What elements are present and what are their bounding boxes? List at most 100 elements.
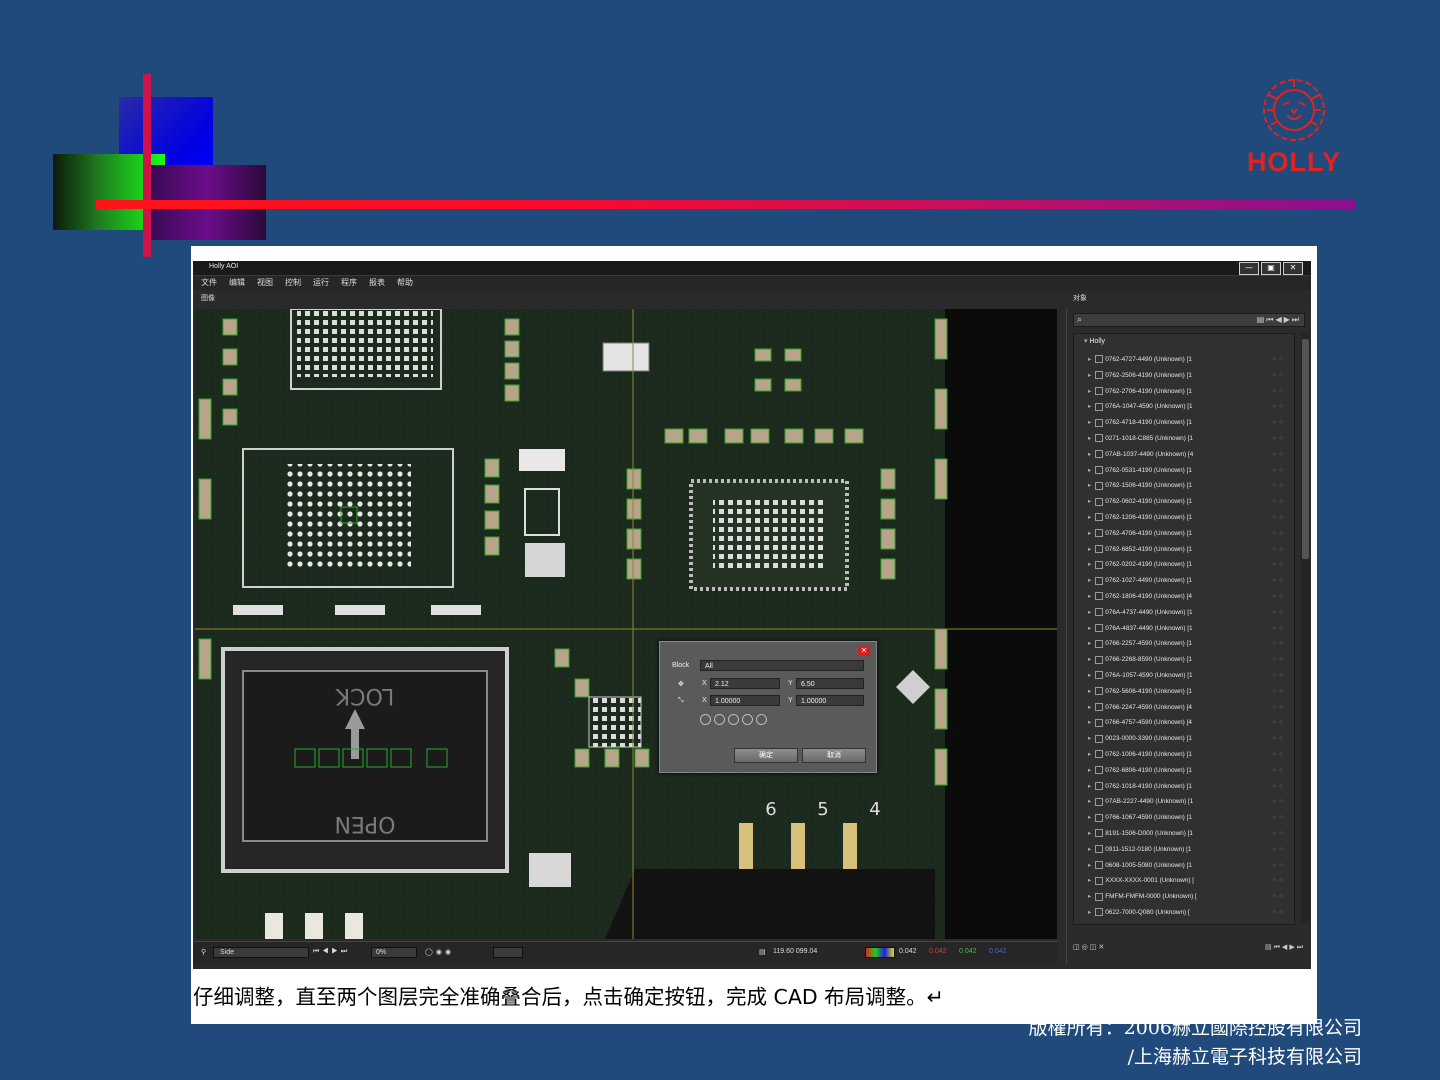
expand-arrow-icon[interactable]: ▸ — [1088, 862, 1091, 869]
tree-item[interactable]: ▸ 0762-1018-4190 (Unknown) [1 ○○ — [1088, 779, 1288, 794]
tree-item[interactable]: ▸ 0271-1018-C885 (Unknown) [1 ○○ — [1088, 431, 1288, 446]
visibility-toggle-icon[interactable]: ○○ — [1272, 368, 1286, 383]
visibility-toggle-icon[interactable]: ○○ — [1272, 905, 1286, 920]
expand-arrow-icon[interactable]: ▸ — [1088, 719, 1091, 726]
visibility-toggle-icon[interactable]: ○○ — [1272, 889, 1286, 904]
expand-arrow-icon[interactable]: ▸ — [1088, 893, 1091, 900]
visibility-toggle-icon[interactable]: ○○ — [1272, 858, 1286, 873]
scroll-thumb[interactable] — [1302, 339, 1309, 559]
visibility-toggle-icon[interactable]: ○○ — [1272, 873, 1286, 888]
expand-arrow-icon[interactable]: ▸ — [1088, 704, 1091, 711]
view-toggle-icons[interactable]: ◯◉◉ — [425, 948, 454, 956]
expand-arrow-icon[interactable]: ▸ — [1088, 640, 1091, 647]
tree-root[interactable]: ▾ Holly — [1084, 337, 1105, 345]
tree-item[interactable]: ▸ 0762-6806-4190 (Unknown) [1 ○○ — [1088, 763, 1288, 778]
visibility-toggle-icon[interactable]: ○○ — [1272, 589, 1286, 604]
tree-item[interactable]: ▸ 0608-1005-5080 (Unknown) [1 ○○ — [1088, 858, 1288, 873]
tree-item[interactable]: ▸ 0766-4757-4590 (Unknown) [4 ○○ — [1088, 715, 1288, 730]
visibility-toggle-icon[interactable]: ○○ — [1272, 352, 1286, 367]
expand-arrow-icon[interactable]: ▸ — [1088, 403, 1091, 410]
x-scale-input[interactable]: 1.00000 — [710, 695, 780, 706]
expand-arrow-icon[interactable]: ▸ — [1088, 451, 1091, 458]
visibility-toggle-icon[interactable]: ○○ — [1272, 415, 1286, 430]
expand-arrow-icon[interactable]: ▸ — [1088, 783, 1091, 790]
x-offset-input[interactable]: 2.12 — [710, 678, 780, 689]
tree-item[interactable]: ▸ 076A-1057-4590 (Unknown) [1 ○○ — [1088, 668, 1288, 683]
tree-item[interactable]: ▸ 076A-1047-4590 (Unknown) [1 ○○ — [1088, 399, 1288, 414]
tree-item[interactable]: ▸ 0762-1506-4190 (Unknown) [1 ○○ — [1088, 478, 1288, 493]
expand-arrow-icon[interactable]: ▸ — [1088, 846, 1091, 853]
visibility-toggle-icon[interactable]: ○○ — [1272, 810, 1286, 825]
tree-item[interactable]: ▸ 0762-2706-4190 (Unknown) [1 ○○ — [1088, 384, 1288, 399]
visibility-toggle-icon[interactable]: ○○ — [1272, 605, 1286, 620]
visibility-toggle-icon[interactable]: ○○ — [1272, 557, 1286, 572]
tree-item[interactable]: ▸ 076A-4737-4490 (Unknown) [1 ○○ — [1088, 605, 1288, 620]
ok-button[interactable]: 确定 — [734, 748, 798, 763]
maximize-button[interactable]: ▣ — [1261, 262, 1281, 275]
expand-arrow-icon[interactable]: ▸ — [1088, 356, 1091, 363]
cancel-button[interactable]: 取消 — [802, 748, 866, 763]
visibility-toggle-icon[interactable]: ○○ — [1272, 431, 1286, 446]
tree-item[interactable]: ▸ 07AB-1037-4490 (Unknown) [4 ○○ — [1088, 447, 1288, 462]
zoom-select[interactable]: 0% — [376, 949, 386, 956]
tree-item[interactable]: ▸ 0762-4727-4490 (Unknown) [1 ○○ — [1088, 352, 1288, 367]
menu-view[interactable]: 视图 — [257, 276, 273, 290]
color-swatch[interactable] — [493, 947, 523, 958]
tree-item[interactable]: ▸ 0762-4706-4190 (Unknown) [1 ○○ — [1088, 526, 1288, 541]
expand-arrow-icon[interactable]: ▸ — [1088, 498, 1091, 505]
expand-arrow-icon[interactable]: ▸ — [1088, 767, 1091, 774]
tree-item[interactable]: ▸ 0762-6852-4190 (Unknown) [1 ○○ — [1088, 542, 1288, 557]
expand-arrow-icon[interactable]: ▸ — [1088, 798, 1091, 805]
tree-item[interactable]: ▸ 0622-7000-Q080 (Unknown) [○○ — [1088, 905, 1288, 920]
y-scale-input[interactable]: 1.00000 — [796, 695, 864, 706]
visibility-toggle-icon[interactable]: ○○ — [1272, 794, 1286, 809]
tree-item[interactable]: ▸ 076A-4837-4490 (Unknown) [1 ○○ — [1088, 621, 1288, 636]
expand-arrow-icon[interactable]: ▸ — [1088, 577, 1091, 584]
expand-arrow-icon[interactable]: ▸ — [1088, 514, 1091, 521]
visibility-toggle-icon[interactable]: ○○ — [1272, 494, 1286, 509]
tree-item[interactable]: ▸ 0762-0602-4190 (Unknown) [1 ○○ — [1088, 494, 1288, 509]
visibility-toggle-icon[interactable]: ○○ — [1272, 542, 1286, 557]
flip-vertical-icon[interactable] — [728, 714, 739, 725]
minimize-button[interactable]: — — [1239, 262, 1259, 275]
menu-control[interactable]: 控制 — [285, 276, 301, 290]
search-box[interactable]: ⌕ ▤⏮◀▶⏭ — [1073, 313, 1305, 327]
tree-item[interactable]: ▸ 0762-1806-4190 (Unknown) [4 ○○ — [1088, 589, 1288, 604]
pcb-image-view[interactable]: OPEN LOCK 6 5 4 ✕ Block All ✥ X 2.12 Y 6… — [195, 309, 1057, 939]
playback-controls[interactable]: ⏮◀▶⏭ — [313, 948, 350, 956]
expand-arrow-icon[interactable]: ▸ — [1088, 735, 1091, 742]
block-select[interactable]: All — [700, 660, 864, 671]
tree-item[interactable]: ▸ FMFM-FMFM-0000 (Unknown) [○○ — [1088, 889, 1288, 904]
close-button[interactable]: ✕ — [1283, 262, 1303, 275]
tree-item[interactable]: ▸ 0762-1006-4190 (Unknown) [1 ○○ — [1088, 747, 1288, 762]
tree-item[interactable]: ▸ 0762-4718-4190 (Unknown) [1 ○○ — [1088, 415, 1288, 430]
expand-arrow-icon[interactable]: ▸ — [1088, 372, 1091, 379]
tree-item[interactable]: ▸ 0762-1206-4190 (Unknown) [1 ○○ — [1088, 510, 1288, 525]
visibility-toggle-icon[interactable]: ○○ — [1272, 700, 1286, 715]
expand-arrow-icon[interactable]: ▸ — [1088, 830, 1091, 837]
expand-arrow-icon[interactable]: ▸ — [1088, 688, 1091, 695]
redo-icon[interactable] — [756, 714, 767, 725]
tree-item[interactable]: ▸ 07AB-2227-4490 (Unknown) [1 ○○ — [1088, 794, 1288, 809]
visibility-toggle-icon[interactable]: ○○ — [1272, 463, 1286, 478]
visibility-toggle-icon[interactable]: ○○ — [1272, 826, 1286, 841]
expand-arrow-icon[interactable]: ▸ — [1088, 814, 1091, 821]
tree-item[interactable]: ▸ 0766-2247-4590 (Unknown) [4 ○○ — [1088, 700, 1288, 715]
tree-item[interactable]: ▸ 8191-1506-D000 (Unknown) [1 ○○ — [1088, 826, 1288, 841]
tree-item[interactable]: ▸ 0762-1027-4490 (Unknown) [1 ○○ — [1088, 573, 1288, 588]
visibility-toggle-icon[interactable]: ○○ — [1272, 763, 1286, 778]
expand-arrow-icon[interactable]: ▸ — [1088, 482, 1091, 489]
panel-tools[interactable]: ◫◎◫✕ — [1073, 943, 1106, 951]
flip-horizontal-icon[interactable] — [714, 714, 725, 725]
tree-item[interactable]: ▸ 0762-0202-4190 (Unknown) [1 ○○ — [1088, 557, 1288, 572]
menu-report[interactable]: 报表 — [369, 276, 385, 290]
menu-help[interactable]: 帮助 — [397, 276, 413, 290]
menu-program[interactable]: 程序 — [341, 276, 357, 290]
tree-item[interactable]: ▸ 0766-2257-4590 (Unknown) [1 ○○ — [1088, 636, 1288, 651]
expand-arrow-icon[interactable]: ▸ — [1088, 751, 1091, 758]
dialog-close-button[interactable]: ✕ — [858, 646, 870, 656]
undo-icon[interactable] — [742, 714, 753, 725]
search-navigation[interactable]: ▤⏮◀▶⏭ — [1257, 315, 1301, 325]
menu-run[interactable]: 运行 — [313, 276, 329, 290]
expand-arrow-icon[interactable]: ▸ — [1088, 656, 1091, 663]
